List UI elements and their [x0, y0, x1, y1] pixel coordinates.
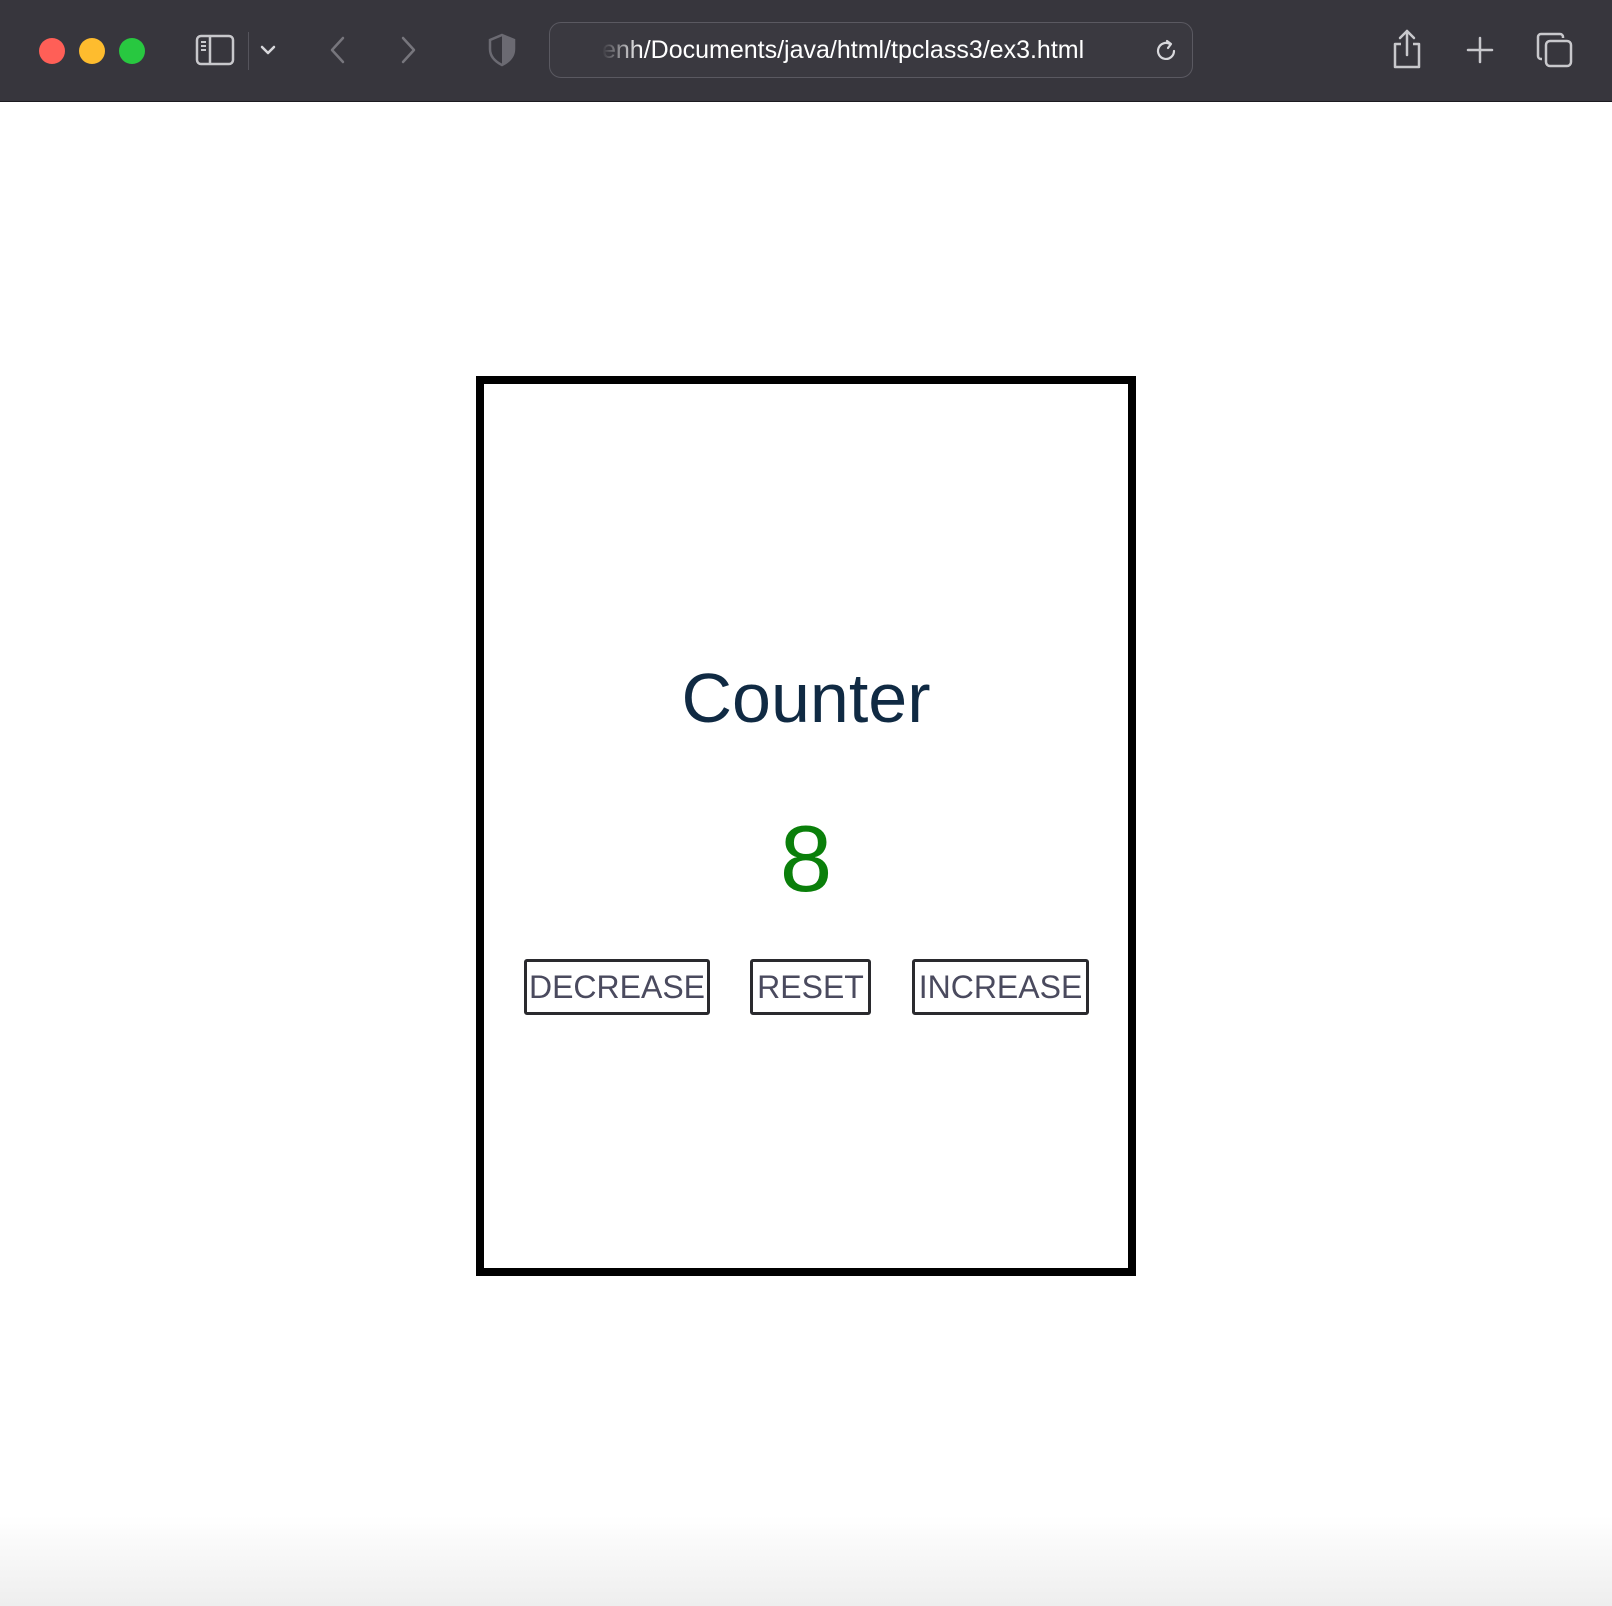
- browser-window: enh/Documents/java/html/tpclass3/ex3.htm…: [0, 0, 1612, 1606]
- minimize-window-button[interactable]: [79, 38, 105, 64]
- sidebar-icon[interactable]: [194, 30, 236, 70]
- back-arrow-icon[interactable]: [320, 30, 356, 70]
- bottom-edge-shadow: [0, 1516, 1612, 1606]
- toolbar-divider: [248, 32, 249, 70]
- reload-icon[interactable]: [1148, 33, 1184, 69]
- plus-icon[interactable]: [1460, 28, 1500, 72]
- close-window-button[interactable]: [39, 38, 65, 64]
- page-content: Counter 8 DECREASE RESET INCREASE: [0, 102, 1612, 1606]
- shield-icon[interactable]: [484, 30, 520, 70]
- chevron-down-icon[interactable]: [256, 36, 280, 64]
- zoom-window-button[interactable]: [119, 38, 145, 64]
- share-icon[interactable]: [1387, 26, 1427, 72]
- increase-button[interactable]: INCREASE: [912, 959, 1089, 1015]
- address-bar[interactable]: enh/Documents/java/html/tpclass3/ex3.htm…: [549, 22, 1193, 78]
- forward-arrow-icon[interactable]: [390, 30, 426, 70]
- url-text[interactable]: enh/Documents/java/html/tpclass3/ex3.htm…: [602, 23, 1128, 77]
- browser-toolbar: enh/Documents/java/html/tpclass3/ex3.htm…: [0, 0, 1612, 102]
- counter-card: Counter 8 DECREASE RESET INCREASE: [476, 376, 1136, 1276]
- counter-value: 8: [779, 806, 833, 911]
- counter-title: Counter: [681, 659, 931, 737]
- decrease-button[interactable]: DECREASE: [524, 959, 710, 1015]
- tabs-icon[interactable]: [1534, 28, 1576, 72]
- reset-button[interactable]: RESET: [750, 959, 871, 1015]
